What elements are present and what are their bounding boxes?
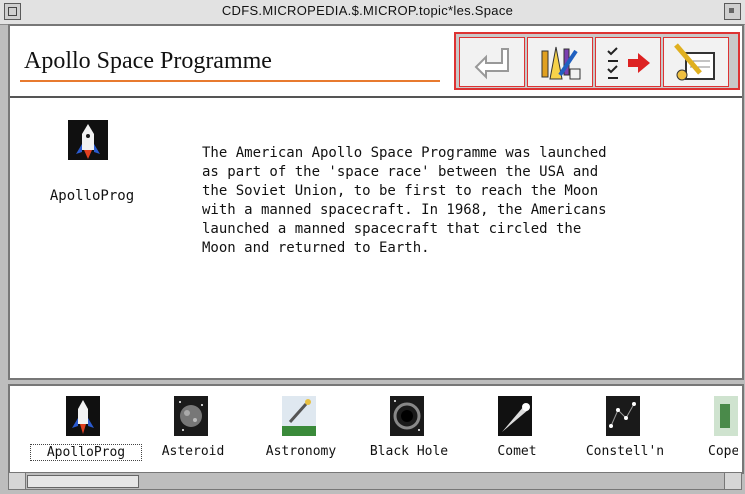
topic-item-apolloprog[interactable]: ApolloProg xyxy=(30,394,142,464)
back-arrow-icon xyxy=(474,48,509,80)
toolbar xyxy=(454,32,740,90)
topic-item-black-hole[interactable]: Black Hole xyxy=(354,394,464,464)
scroll-right-arrow[interactable] xyxy=(724,473,741,489)
rocket-icon xyxy=(68,120,108,160)
article-icon-button[interactable] xyxy=(68,120,108,160)
pencil-notepad-icon xyxy=(674,43,715,81)
scroll-left-arrow[interactable] xyxy=(9,473,26,489)
comet-icon xyxy=(498,396,532,436)
header: Apollo Space Programme xyxy=(10,26,742,98)
window-title: CDFS.MICROPEDIA.$.MICROP.topic*les.Space xyxy=(221,3,514,18)
tools-button[interactable] xyxy=(527,37,593,87)
topic-item-cope[interactable]: Cope xyxy=(678,394,738,464)
checklist-forward-button[interactable] xyxy=(595,37,661,87)
window-titlebar[interactable]: CDFS.MICROPEDIA.$.MICROP.topic*les.Space xyxy=(0,0,745,25)
notes-button[interactable] xyxy=(663,37,729,87)
topic-item-comet[interactable]: Comet xyxy=(462,394,572,464)
rocket-icon xyxy=(66,396,100,436)
page-title: Apollo Space Programme xyxy=(24,48,272,74)
scrollbar-thumb[interactable] xyxy=(27,475,139,488)
article-text: The American Apollo Space Programme was … xyxy=(202,145,607,256)
topic-item-asteroid[interactable]: Asteroid xyxy=(138,394,248,464)
constellation-icon xyxy=(606,396,640,436)
content-area: ApolloProg The American Apollo Space Pro… xyxy=(10,98,742,378)
black-hole-icon xyxy=(390,396,424,436)
article-icon-label: ApolloProg xyxy=(49,188,135,204)
asteroid-icon xyxy=(174,396,208,436)
topic-item-label: ApolloProg xyxy=(30,444,142,461)
topic-item-label: Black Hole xyxy=(369,444,449,459)
topic-item-constellation[interactable]: Constell'n xyxy=(570,394,680,464)
topic-item-astronomy[interactable]: Astronomy xyxy=(246,394,356,464)
back-button[interactable] xyxy=(459,37,525,87)
astronomy-icon xyxy=(282,396,316,436)
generic-icon xyxy=(714,396,738,436)
checklist-arrow-icon xyxy=(607,47,650,79)
window-close-button[interactable] xyxy=(4,3,21,20)
topic-item-label: Asteroid xyxy=(161,444,225,459)
window-toggle-size-button[interactable] xyxy=(724,3,741,20)
topic-strip: ApolloProg Asteroid Astronomy Black Hole xyxy=(8,384,744,474)
topic-item-label: Cope xyxy=(708,444,738,459)
pens-ruler-icon xyxy=(541,46,581,80)
topic-item-label: Constell'n xyxy=(585,444,665,459)
title-underline xyxy=(20,80,440,82)
horizontal-scrollbar[interactable] xyxy=(8,472,742,490)
topic-item-label: Comet xyxy=(497,444,537,459)
topic-item-label: Astronomy xyxy=(265,444,337,459)
main-panel: Apollo Space Programme ApolloProg The Am… xyxy=(8,24,744,380)
